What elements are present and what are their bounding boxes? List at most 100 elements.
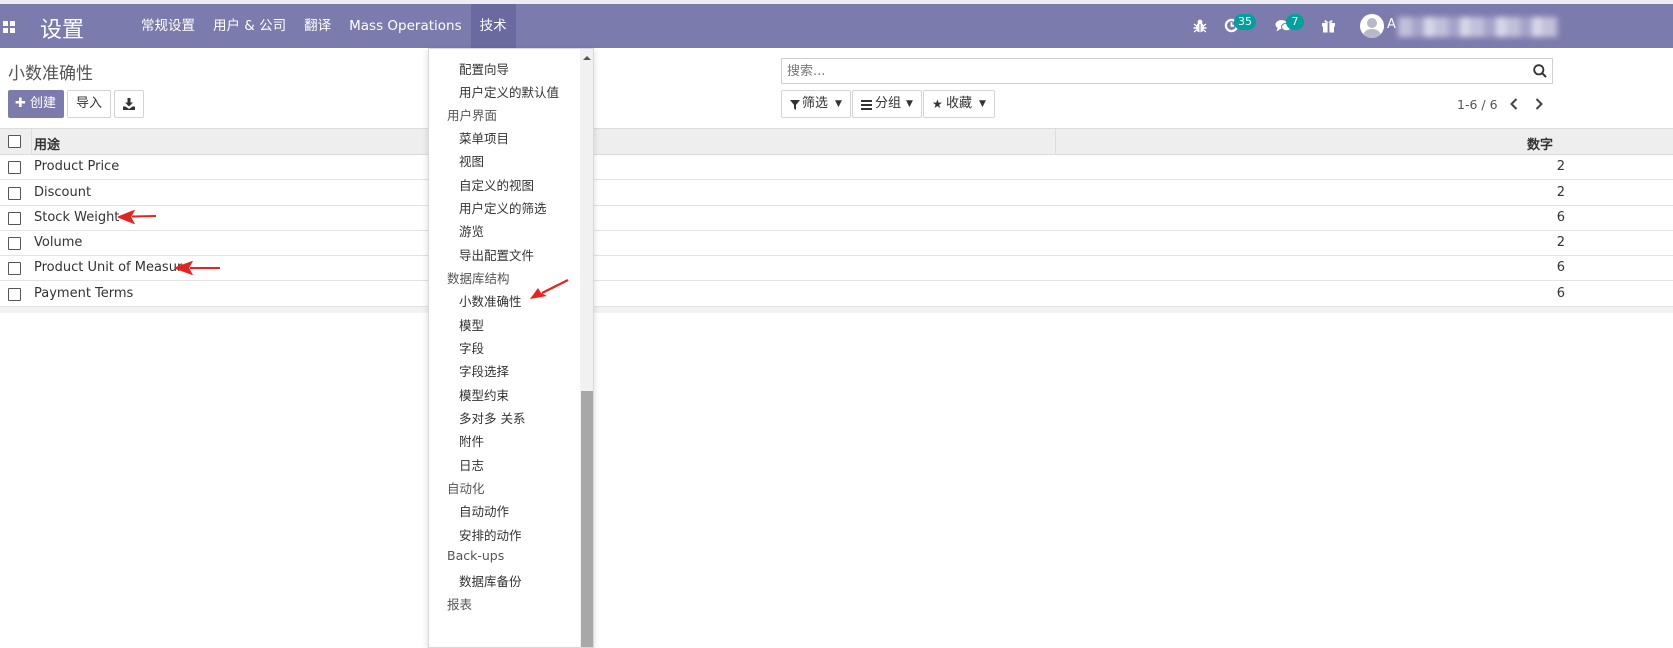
table-row[interactable]: Payment Terms 6 xyxy=(0,282,1673,307)
row-digits: 2 xyxy=(1556,235,1565,250)
download-button[interactable] xyxy=(114,90,144,118)
dd-header-backups: Back-ups xyxy=(447,548,505,563)
column-separator xyxy=(31,129,32,155)
dd-models[interactable]: 模型 xyxy=(459,315,484,334)
row-checkbox[interactable] xyxy=(8,212,21,225)
create-button[interactable]: ✚ 创建 xyxy=(8,90,64,118)
dd-fields[interactable]: 字段 xyxy=(459,338,484,357)
bug-icon[interactable] xyxy=(1193,18,1207,34)
search-box xyxy=(781,58,1553,84)
search-input[interactable] xyxy=(782,59,1502,83)
menu-translations[interactable]: 翻译 xyxy=(295,4,340,48)
technical-dropdown-menu: 配置向导 用户定义的默认值 用户界面 菜单项目 视图 自定义的视图 用户定义的筛… xyxy=(428,48,594,648)
annotation-arrow-icon xyxy=(118,210,157,224)
row-usage: Discount xyxy=(34,185,92,200)
dd-header-automation: 自动化 xyxy=(447,481,485,496)
row-digits: 2 xyxy=(1556,185,1565,200)
download-icon xyxy=(123,98,135,110)
dd-header-ui: 用户界面 xyxy=(447,108,498,123)
dd-export-profiles[interactable]: 导出配置文件 xyxy=(459,245,534,264)
row-usage: Product Price xyxy=(34,159,120,174)
favorites-button[interactable]: ★ 收藏 ▼ xyxy=(923,90,995,118)
page-title: 小数准确性 xyxy=(8,64,93,84)
pager-value[interactable]: 1-6 / 6 xyxy=(1457,97,1498,112)
user-name[interactable]: A xyxy=(1387,17,1396,32)
column-usage[interactable]: 用途 xyxy=(34,134,60,153)
plus-icon: ✚ xyxy=(15,96,26,111)
dd-custom-views[interactable]: 自定义的视图 xyxy=(459,175,534,194)
user-name-redaction xyxy=(1398,17,1558,37)
row-usage: Volume xyxy=(34,235,83,250)
dd-m2m-relations[interactable]: 多对多 关系 xyxy=(459,408,525,427)
table-row[interactable]: Product Unit of Measure 6 xyxy=(0,256,1673,281)
row-usage: Product Unit of Measure xyxy=(34,260,190,275)
menu-users-companies[interactable]: 用户 & 公司 xyxy=(204,4,295,48)
row-digits: 6 xyxy=(1556,260,1565,275)
favorites-label: 收藏 xyxy=(946,96,973,111)
table-row[interactable]: Volume 2 xyxy=(0,231,1673,256)
search-icon[interactable] xyxy=(1533,64,1547,78)
row-digits: 2 xyxy=(1556,159,1565,174)
app-brand: 设置 xyxy=(40,18,85,43)
dd-field-selection[interactable]: 字段选择 xyxy=(459,361,509,380)
row-usage: Stock Weight xyxy=(34,210,120,225)
list-footer-strip xyxy=(0,307,1673,313)
dd-model-constraints[interactable]: 模型约束 xyxy=(459,385,509,404)
gift-icon[interactable] xyxy=(1321,18,1336,33)
dropdown-scroll-thumb[interactable] xyxy=(581,391,593,647)
dd-tours[interactable]: 游览 xyxy=(459,221,484,240)
import-button-label: 导入 xyxy=(75,96,102,111)
dd-scheduled-actions[interactable]: 安排的动作 xyxy=(459,525,522,544)
funnel-icon xyxy=(790,100,800,110)
caret-down-icon: ▼ xyxy=(979,99,986,109)
row-checkbox[interactable] xyxy=(8,237,21,250)
table-row[interactable]: Stock Weight 6 xyxy=(0,206,1673,231)
import-button[interactable]: 导入 xyxy=(67,90,111,118)
dd-db-backups[interactable]: 数据库备份 xyxy=(459,571,522,590)
caret-down-icon: ▼ xyxy=(835,99,842,109)
list-icon xyxy=(861,100,872,110)
star-icon: ★ xyxy=(932,97,943,111)
dd-decimal-accuracy[interactable]: 小数准确性 xyxy=(459,291,522,310)
dd-user-filters[interactable]: 用户定义的筛选 xyxy=(459,198,547,217)
row-checkbox[interactable] xyxy=(8,262,21,275)
table-row[interactable]: Product Price 2 xyxy=(0,155,1673,180)
scroll-up-arrow-icon[interactable] xyxy=(581,53,593,63)
dd-user-defaults[interactable]: 用户定义的默认值 xyxy=(459,82,559,101)
user-avatar[interactable] xyxy=(1360,14,1384,38)
dd-views[interactable]: 视图 xyxy=(459,151,484,170)
filter-label: 筛选 xyxy=(802,96,829,111)
annotation-arrow-icon xyxy=(175,261,220,275)
dd-config-wizards[interactable]: 配置向导 xyxy=(459,59,509,78)
table-row[interactable]: Discount 2 xyxy=(0,181,1673,206)
create-button-label: 创建 xyxy=(30,96,57,111)
column-separator xyxy=(1055,129,1056,155)
navbar: 设置 常规设置 用户 & 公司 翻译 Mass Operations 技术 35… xyxy=(0,4,1673,48)
menu-general-settings[interactable]: 常规设置 xyxy=(134,4,204,48)
dd-header-reports: 报表 xyxy=(447,597,473,612)
row-checkbox[interactable] xyxy=(8,288,21,301)
column-digits[interactable]: 数字 xyxy=(1527,134,1553,153)
annotation-arrow-icon xyxy=(530,279,569,299)
dd-automated-actions[interactable]: 自动动作 xyxy=(459,501,509,520)
select-all-checkbox[interactable] xyxy=(8,135,21,148)
menu-technical[interactable]: 技术 xyxy=(470,4,516,48)
row-checkbox[interactable] xyxy=(8,187,21,200)
activity-count-badge: 35 xyxy=(1234,14,1256,30)
dd-attachments[interactable]: 附件 xyxy=(459,431,484,450)
groupby-button[interactable]: 分组 ▼ xyxy=(852,90,922,118)
main-menu: 常规设置 用户 & 公司 翻译 Mass Operations 技术 xyxy=(134,4,516,48)
row-checkbox[interactable] xyxy=(8,161,21,174)
apps-grid-icon[interactable] xyxy=(3,21,15,33)
dd-logs[interactable]: 日志 xyxy=(459,455,484,474)
filter-button[interactable]: 筛选 ▼ xyxy=(781,90,851,118)
menu-mass-operations[interactable]: Mass Operations xyxy=(340,4,471,48)
chevron-right-icon[interactable] xyxy=(1529,93,1549,115)
groupby-label: 分组 xyxy=(875,96,902,111)
row-usage: Payment Terms xyxy=(34,286,134,301)
dd-menu-items[interactable]: 菜单项目 xyxy=(459,128,509,147)
chevron-left-icon[interactable] xyxy=(1504,93,1524,115)
caret-down-icon: ▼ xyxy=(906,99,913,109)
list-header: 用途 数字 xyxy=(0,128,1673,155)
dd-header-db: 数据库结构 xyxy=(447,271,510,286)
